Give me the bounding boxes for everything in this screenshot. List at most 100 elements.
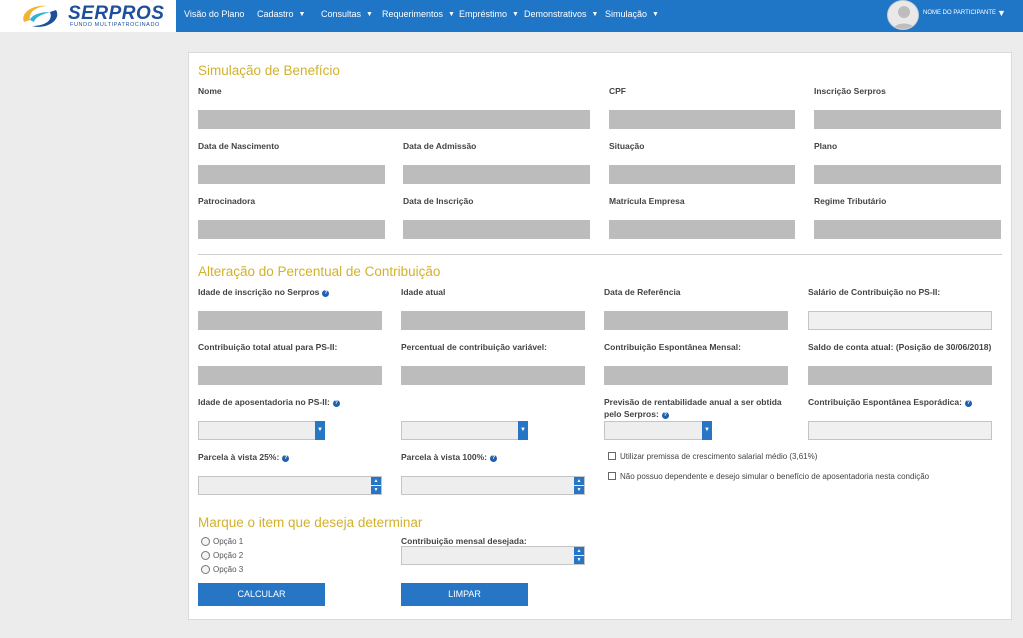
label-regime: Regime Tributário (814, 196, 887, 206)
idade-aposentadoria-select[interactable]: ▼ (198, 421, 325, 440)
serpros-logo[interactable]: SERPROS FUNDO MULTIPATROCINADO (0, 0, 176, 32)
user-avatar-icon (892, 6, 916, 29)
caret-down-icon: ▼ (448, 11, 455, 18)
caret-down-icon: ▼ (298, 11, 306, 18)
stepper-down-icon[interactable]: ▼ (574, 556, 584, 564)
help-icon[interactable]: ? (322, 290, 330, 297)
label-text: Idade de aposentadoria no PS-II: (198, 397, 330, 407)
nome-field[interactable] (198, 110, 590, 129)
menu-item-label: Simulação (605, 9, 648, 19)
radio-opcao-3[interactable]: Opção 3 (201, 565, 243, 574)
label-inscricao: Inscrição Serpros (814, 86, 886, 96)
user-menu[interactable]: NOME DO PARTICIPANTE ▼ (887, 0, 1023, 32)
label-previsao: Previsão de rentabilidade anual a ser ob… (604, 396, 782, 420)
situacao-field[interactable] (609, 165, 795, 184)
menu-item-visao-do-plano[interactable]: Visão do Plano (184, 9, 244, 19)
menu-item-label: Demonstrativos (524, 9, 587, 19)
stepper-up-icon[interactable]: ▲ (574, 477, 584, 485)
salario-field[interactable] (808, 311, 992, 330)
radio-opcao-1[interactable]: Opção 1 (201, 537, 243, 546)
label-patrocinadora: Patrocinadora (198, 196, 256, 206)
contrib-total-field[interactable] (198, 366, 382, 385)
label-matricula: Matrícula Empresa (609, 196, 685, 206)
brand-tagline: FUNDO MULTIPATROCINADO (70, 22, 160, 28)
label-admissao: Data de Admissão (403, 141, 477, 151)
help-icon[interactable]: ? (282, 455, 290, 462)
radio-button[interactable] (201, 551, 210, 560)
label-text: Parcela à vista 100%: (401, 452, 488, 462)
stepper-up-icon[interactable]: ▲ (574, 547, 584, 555)
caret-down-icon: ▼ (591, 11, 599, 18)
menu-item-label: Requerimentos (382, 9, 444, 19)
section-title-determinar: Marque o item que deseja determinar (198, 515, 423, 530)
stepper-down-icon[interactable]: ▼ (371, 486, 381, 494)
patrocinadora-field[interactable] (198, 220, 385, 239)
avatar (887, 0, 919, 30)
checkbox-premissa[interactable]: Utilizar premissa de crescimento salaria… (608, 452, 817, 461)
radio-label: Opção 2 (213, 551, 244, 560)
radio-button[interactable] (201, 565, 210, 574)
data-referencia-field[interactable] (604, 311, 788, 330)
menu-item-label: Consultas (321, 9, 362, 19)
radio-opcao-2[interactable]: Opção 2 (201, 551, 243, 560)
label-idade-aposentadoria: Idade de aposentadoria no PS-II:? (198, 396, 340, 408)
menu-item-cadastro[interactable]: Cadastro ▼ (257, 9, 305, 19)
caret-down-icon: ▼ (366, 11, 373, 18)
help-icon[interactable]: ? (490, 455, 498, 462)
menu-item-requerimentos[interactable]: Requerimentos ▼ (382, 9, 455, 19)
stepper-up-icon[interactable]: ▲ (371, 477, 381, 485)
label-plano: Plano (814, 141, 838, 151)
chevron-down-icon[interactable]: ▼ (315, 421, 325, 440)
parcela-25-stepper[interactable]: ▲ ▼ (198, 476, 382, 495)
chevron-down-icon[interactable]: ▼ (702, 421, 712, 440)
label-data-inscricao: Data de Inscrição (403, 196, 474, 206)
menu-item-simulacao[interactable]: Simulação ▼ (605, 9, 659, 19)
admissao-field[interactable] (403, 165, 590, 184)
label-idade-atual: Idade atual (401, 287, 446, 297)
percentual-var-field[interactable] (401, 366, 585, 385)
espontanea-mensal-field[interactable] (604, 366, 788, 385)
espontanea-esporadica-field[interactable] (808, 421, 992, 440)
nascimento-field[interactable] (198, 165, 385, 184)
limpar-button[interactable]: LIMPAR (401, 583, 528, 606)
label-percentual-var: Percentual de contribuição variável: (401, 342, 547, 352)
previsao-select[interactable]: ▼ (604, 421, 712, 440)
data-inscricao-field[interactable] (403, 220, 590, 239)
top-navigation-bar: SERPROS FUNDO MULTIPATROCINADO Visão do … (0, 0, 1023, 32)
contrib-desejada-stepper[interactable]: ▲ ▼ (401, 546, 585, 565)
cpf-field[interactable] (609, 110, 795, 129)
idade-inscricao-field[interactable] (198, 311, 382, 330)
label-contrib-total: Contribuição total atual para PS-II: (198, 342, 338, 352)
chevron-down-icon[interactable]: ▼ (518, 421, 528, 440)
label-cpf: CPF (609, 86, 626, 96)
label-parcela-100: Parcela à vista 100%:? (401, 451, 498, 463)
idade-atual-field[interactable] (401, 311, 585, 330)
stepper-down-icon[interactable]: ▼ (574, 486, 584, 494)
radio-label: Opção 3 (213, 565, 244, 574)
calcular-button[interactable]: CALCULAR (198, 583, 325, 606)
checkbox-label: Não possuo dependente e desejo simular o… (620, 472, 930, 481)
menu-item-label: Visão do Plano (184, 9, 245, 19)
menu-item-demonstrativos[interactable]: Demonstrativos ▼ (524, 9, 598, 19)
checkbox-dependente[interactable]: Não possuo dependente e desejo simular o… (608, 472, 929, 481)
menu-item-consultas[interactable]: Consultas ▼ (321, 9, 373, 19)
checkbox-box[interactable] (608, 452, 616, 460)
plano-field[interactable] (814, 165, 1001, 184)
label-text: Idade de inscrição no Serpros (198, 287, 320, 297)
help-icon[interactable]: ? (964, 400, 972, 407)
parcela-100-stepper[interactable]: ▲ ▼ (401, 476, 585, 495)
secondary-select[interactable]: ▼ (401, 421, 528, 440)
regime-field[interactable] (814, 220, 1001, 239)
radio-button[interactable] (201, 537, 210, 546)
serpros-logo-icon (23, 5, 58, 27)
menu-item-emprestimo[interactable]: Empréstimo ▼ (459, 9, 519, 19)
inscricao-field[interactable] (814, 110, 1001, 129)
label-nome: Nome (198, 86, 222, 96)
matricula-field[interactable] (609, 220, 795, 239)
caret-down-icon: ▼ (512, 11, 519, 18)
saldo-conta-field[interactable] (808, 366, 992, 385)
help-icon[interactable]: ? (661, 412, 669, 419)
caret-down-icon: ▼ (997, 8, 1006, 18)
help-icon[interactable]: ? (332, 400, 340, 407)
checkbox-box[interactable] (608, 472, 616, 480)
